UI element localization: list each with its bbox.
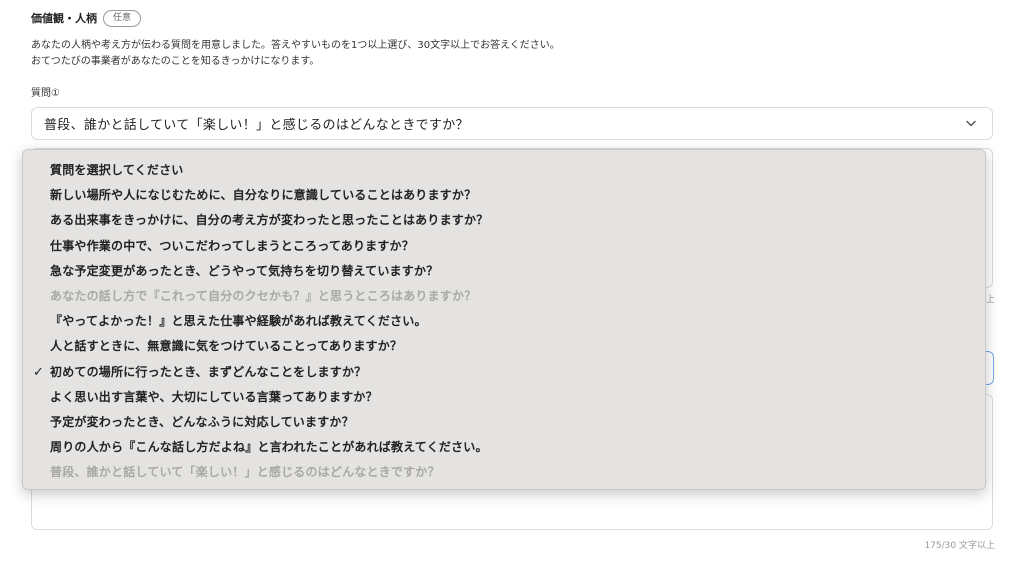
description-line-1: あなたの人柄や考え方が伝わる質問を用意しました。答えやすいものを1つ以上選び、3… [31,40,560,51]
option-label: よく思い出す言葉や、大切にしている言葉ってありますか？ [50,389,378,404]
option-label: 普段、誰かと話していて「楽しい！」と感じるのはどんなときですか？ [50,465,440,480]
chevron-down-icon [964,117,978,131]
question-1-char-counter: 上 [985,295,995,305]
dropdown-option[interactable]: 質問を選択してください [23,158,985,183]
option-label: 『やってよかった！』と思えた仕事や経験があれば教えてください。 [50,314,427,329]
dropdown-option[interactable]: 予定が変わったとき、どんなふうに対応していますか？ [23,410,985,435]
optional-badge: 任意 [103,9,142,27]
question-1-select[interactable]: 普段、誰かと話していて「楽しい！」と感じるのはどんなときですか？ [31,107,993,140]
dropdown-option[interactable]: 新しい場所や人になじむために、自分なりに意識していることはありますか？ [23,183,985,208]
option-label: 予定が変わったとき、どんなふうに対応していますか？ [50,414,354,429]
question-1-selected-value: 普段、誰かと話していて「楽しい！」と感じるのはどんなときですか？ [44,118,469,133]
dropdown-option[interactable]: よく思い出す言葉や、大切にしている言葉ってありますか？ [23,385,985,410]
option-label: 新しい場所や人になじむために、自分なりに意識していることはありますか？ [50,188,477,203]
option-label: 周りの人から『こんな話し方だよね』と言われたことがあれば教えてください。 [50,440,488,455]
section-header: 価値観・人柄 任意 [31,9,142,27]
option-label: 急な予定変更があったとき、どうやって気持ちを切り替えていますか？ [50,263,439,278]
question-2-char-counter: 175/30 文字以上 [924,541,995,551]
dropdown-option[interactable]: 仕事や作業の中で、ついこだわってしまうところってありますか？ [23,234,985,259]
dropdown-option[interactable]: 急な予定変更があったとき、どうやって気持ちを切り替えていますか？ [23,259,985,284]
description-line-2: おてつたびの事業者があなたのことを知るきっかけになります。 [31,56,320,67]
option-label: 仕事や作業の中で、ついこだわってしまうところってありますか？ [50,238,414,253]
dropdown-option[interactable]: ある出来事をきっかけに、自分の考え方が変わったと思ったことはありますか？ [23,208,985,233]
option-label: ある出来事をきっかけに、自分の考え方が変わったと思ったことはありますか？ [50,213,489,228]
option-label: 人と話すときに、無意識に気をつけていることってありますか？ [50,339,403,354]
checkmark-icon: ✓ [33,364,45,380]
dropdown-option[interactable]: 人と話すときに、無意識に気をつけていることってありますか？ [23,334,985,359]
question-dropdown-menu[interactable]: 質問を選択してください 新しい場所や人になじむために、自分なりに意識していること… [22,149,986,490]
dropdown-option[interactable]: 『やってよかった！』と思えた仕事や経験があれば教えてください。 [23,309,985,334]
section-description: あなたの人柄や考え方が伝わる質問を用意しました。答えやすいものを1つ以上選び、3… [31,38,560,70]
option-label: あなたの話し方で『これって自分のクセかも？』と思うところはありますか？ [50,288,477,303]
option-label: 質問を選択してください [50,163,184,177]
option-label: 初めての場所に行ったとき、まずどんなことをしますか？ [50,364,367,379]
section-title: 価値観・人柄 [31,12,97,25]
dropdown-option[interactable]: 周りの人から『こんな話し方だよね』と言われたことがあれば教えてください。 [23,435,985,460]
question-1-label: 質問① [31,88,60,99]
dropdown-option[interactable]: 普段、誰かと話していて「楽しい！」と感じるのはどんなときですか？ [23,460,985,485]
dropdown-option[interactable]: ✓ 初めての場所に行ったとき、まずどんなことをしますか？ [23,360,985,385]
dropdown-option[interactable]: あなたの話し方で『これって自分のクセかも？』と思うところはありますか？ [23,284,985,309]
